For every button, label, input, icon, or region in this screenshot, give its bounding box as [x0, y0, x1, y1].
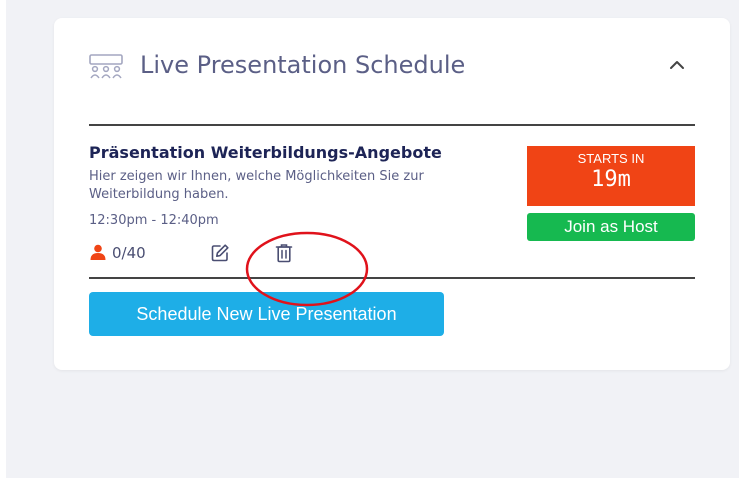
presentation-description: Hier zeigen wir Ihnen, welche Möglichkei… [89, 169, 424, 202]
section-title: Live Presentation Schedule [140, 51, 466, 79]
schedule-new-presentation-button[interactable]: Schedule New Live Presentation [89, 292, 444, 336]
live-presentation-card: Live Presentation Schedule Präsentation … [54, 18, 730, 370]
join-as-host-button[interactable]: Join as Host [527, 213, 695, 241]
person-icon [90, 244, 106, 260]
countdown-value: 19m [591, 167, 631, 192]
audience-icon [89, 54, 123, 79]
countdown-badge: STARTS IN 19m [527, 146, 695, 206]
chevron-up-icon[interactable] [666, 56, 688, 74]
attendee-count: 0/40 [112, 244, 146, 262]
edit-icon[interactable] [210, 243, 230, 263]
presentation-time: 12:30pm - 12:40pm [89, 213, 219, 228]
presentation-title: Präsentation Weiterbildungs-Angebote [89, 143, 442, 162]
divider-top [89, 124, 695, 126]
countdown-label: STARTS IN [577, 151, 645, 166]
trash-icon[interactable] [275, 243, 293, 263]
divider-bottom [89, 277, 695, 279]
